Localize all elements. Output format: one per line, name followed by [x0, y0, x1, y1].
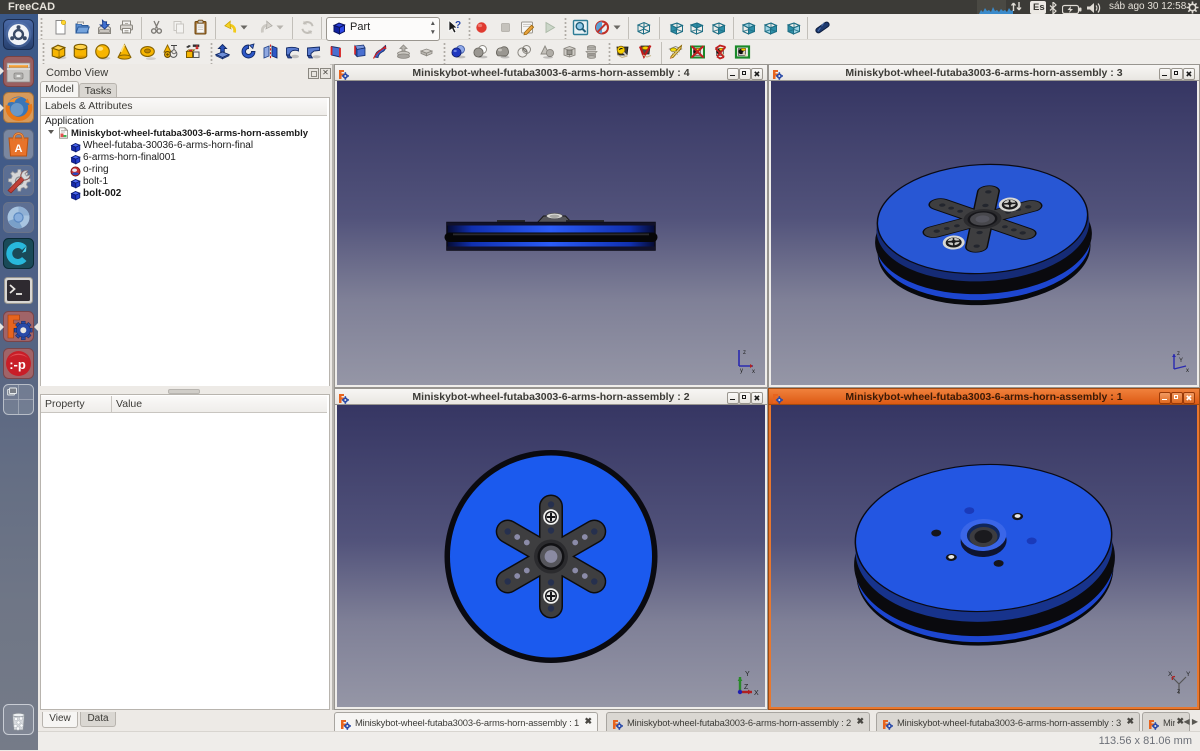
svg-text:z: z [1177, 688, 1180, 695]
svg-text::-p: :-p [9, 357, 26, 372]
svg-text:X: X [754, 690, 759, 697]
svg-text:A: A [15, 143, 23, 155]
svg-text:z: z [1177, 351, 1180, 357]
svg-text:Y: Y [745, 671, 750, 678]
svg-text:X: X [1168, 671, 1173, 678]
svg-text:Y: Y [1179, 358, 1183, 364]
svg-text:z: z [743, 350, 746, 356]
svg-text:x: x [752, 369, 755, 374]
svg-text:?: ? [455, 20, 461, 31]
svg-text:Z: Z [744, 684, 749, 691]
svg-text:x: x [1186, 368, 1189, 374]
svg-text:y: y [740, 368, 743, 374]
svg-text:Y: Y [1186, 671, 1191, 678]
